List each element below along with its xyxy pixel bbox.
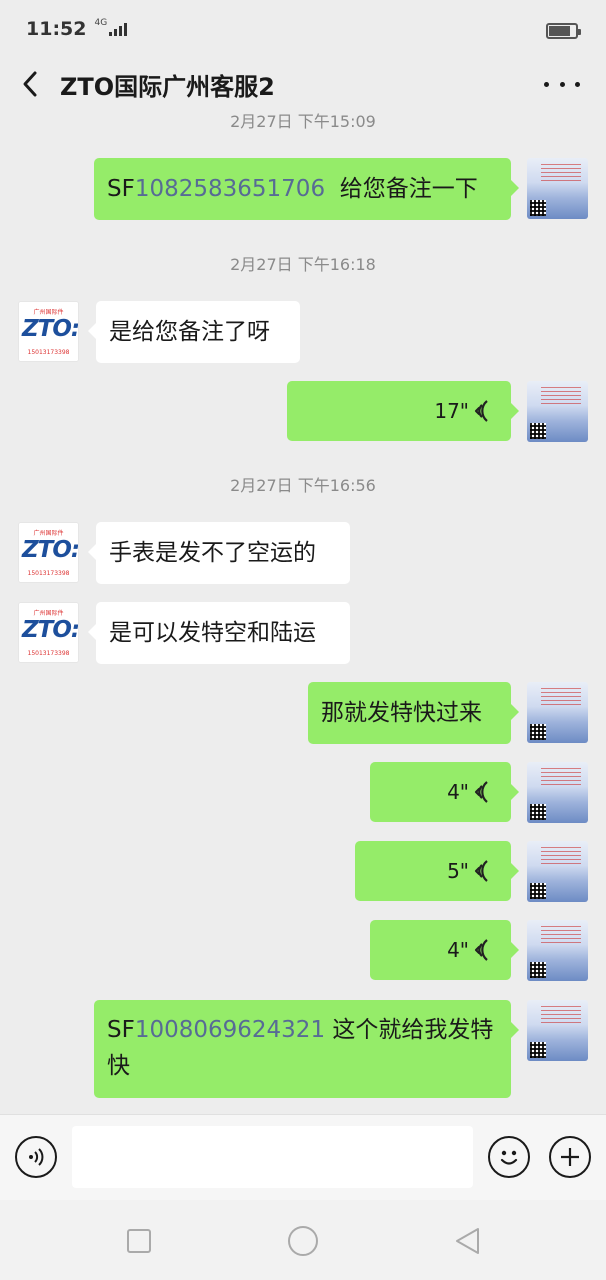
avatar[interactable]	[527, 682, 588, 743]
avatar[interactable]	[527, 381, 588, 442]
avatar[interactable]: 广州国际件 ZTO: 15013173398	[18, 602, 79, 663]
recent-apps-icon[interactable]	[124, 1226, 154, 1256]
timestamp: 2月27日 下午16:56	[230, 476, 376, 495]
message-text: SF	[107, 1017, 135, 1043]
tracking-number-link[interactable]: 1082583651706	[135, 176, 325, 202]
avatar[interactable]: 广州国际件 ZTO: 15013173398	[18, 301, 79, 362]
plus-icon	[561, 1148, 579, 1166]
tracking-number-link[interactable]: 1008069624321	[135, 1017, 325, 1043]
chat-header: ZTO国际广州客服2	[0, 58, 606, 110]
voice-message-bubble[interactable]: 4"	[370, 762, 519, 822]
message-text: 是可以发特空和陆运	[109, 620, 316, 646]
airplane-avatar-image	[527, 158, 588, 219]
more-button[interactable]	[544, 72, 580, 96]
message-text: 是给您备注了呀	[109, 319, 270, 345]
message-text: SF	[107, 176, 135, 202]
signal-icon	[109, 22, 128, 36]
message-bubble-sent[interactable]: SF1082583651706 给您备注一下	[94, 158, 519, 220]
voice-wave-icon	[474, 860, 488, 882]
message-list[interactable]: 2月27日 下午15:09 SF1082583651706 给您备注一下 2月2…	[0, 110, 606, 1114]
message-bubble-received[interactable]: 是给您备注了呀	[88, 301, 300, 363]
voice-wave-icon	[474, 939, 488, 961]
airplane-avatar-image	[527, 381, 588, 442]
message-bubble-received[interactable]: 是可以发特空和陆运	[88, 602, 350, 664]
avatar[interactable]	[527, 920, 588, 981]
avatar[interactable]: 广州国际件 ZTO: 15013173398	[18, 522, 79, 583]
zto-logo-avatar: 广州国际件 ZTO: 15013173398	[19, 603, 78, 662]
plus-button[interactable]	[549, 1136, 591, 1178]
back-arrow-icon	[23, 71, 37, 97]
zto-logo-avatar: 广州国际件 ZTO: 15013173398	[19, 523, 78, 582]
avatar[interactable]	[527, 841, 588, 902]
avatar[interactable]	[527, 762, 588, 823]
message-text: 快	[107, 1053, 130, 1079]
voice-mode-button[interactable]	[15, 1136, 57, 1178]
message-input-bar	[0, 1114, 606, 1200]
battery-icon	[546, 23, 581, 39]
message-bubble-received[interactable]: 手表是发不了空运的	[88, 522, 350, 584]
message-text: 那就发特快过来	[321, 700, 482, 726]
voice-message-bubble[interactable]: 5"	[355, 841, 519, 901]
voice-duration: 4"	[447, 780, 469, 804]
voice-duration: 5"	[447, 859, 469, 883]
avatar[interactable]	[527, 158, 588, 219]
avatar[interactable]	[527, 1000, 588, 1061]
emoji-icon	[500, 1150, 518, 1165]
back-button[interactable]	[0, 58, 60, 110]
voice-message-bubble[interactable]: 17"	[287, 381, 519, 441]
more-icon	[544, 81, 549, 87]
voice-mode-icon	[29, 1148, 44, 1166]
voice-wave-icon	[474, 781, 488, 803]
message-bubble-sent[interactable]: SF1008069624321 这个就给我发特 快	[94, 1000, 519, 1098]
voice-wave-icon	[474, 400, 488, 422]
airplane-avatar-image	[527, 920, 588, 981]
message-input[interactable]	[72, 1126, 473, 1188]
airplane-avatar-image	[527, 682, 588, 743]
airplane-avatar-image	[527, 841, 588, 902]
battery-level	[549, 26, 570, 36]
voice-duration: 17"	[434, 399, 469, 423]
page-title: ZTO国际广州客服2	[60, 72, 275, 101]
message-text: 手表是发不了空运的	[109, 540, 316, 566]
status-bar: 11:52 4G	[0, 0, 606, 58]
home-icon[interactable]	[286, 1224, 320, 1258]
airplane-avatar-image	[527, 1000, 588, 1061]
airplane-avatar-image	[527, 762, 588, 823]
timestamp: 2月27日 下午16:18	[230, 255, 376, 274]
emoji-button[interactable]	[488, 1136, 530, 1178]
back-nav-icon[interactable]	[453, 1226, 483, 1256]
voice-duration: 4"	[447, 938, 469, 962]
message-text: 这个就给我发特	[325, 1017, 494, 1043]
voice-message-bubble[interactable]: 4"	[370, 920, 519, 980]
message-bubble-sent[interactable]: 那就发特快过来	[308, 682, 519, 744]
status-time: 11:52	[26, 18, 87, 40]
network-type: 4G	[94, 18, 108, 28]
message-text: 给您备注一下	[325, 176, 478, 202]
system-navigation-bar	[0, 1200, 606, 1280]
zto-logo-avatar: 广州国际件 ZTO: 15013173398	[19, 302, 78, 361]
timestamp: 2月27日 下午15:09	[230, 112, 376, 131]
